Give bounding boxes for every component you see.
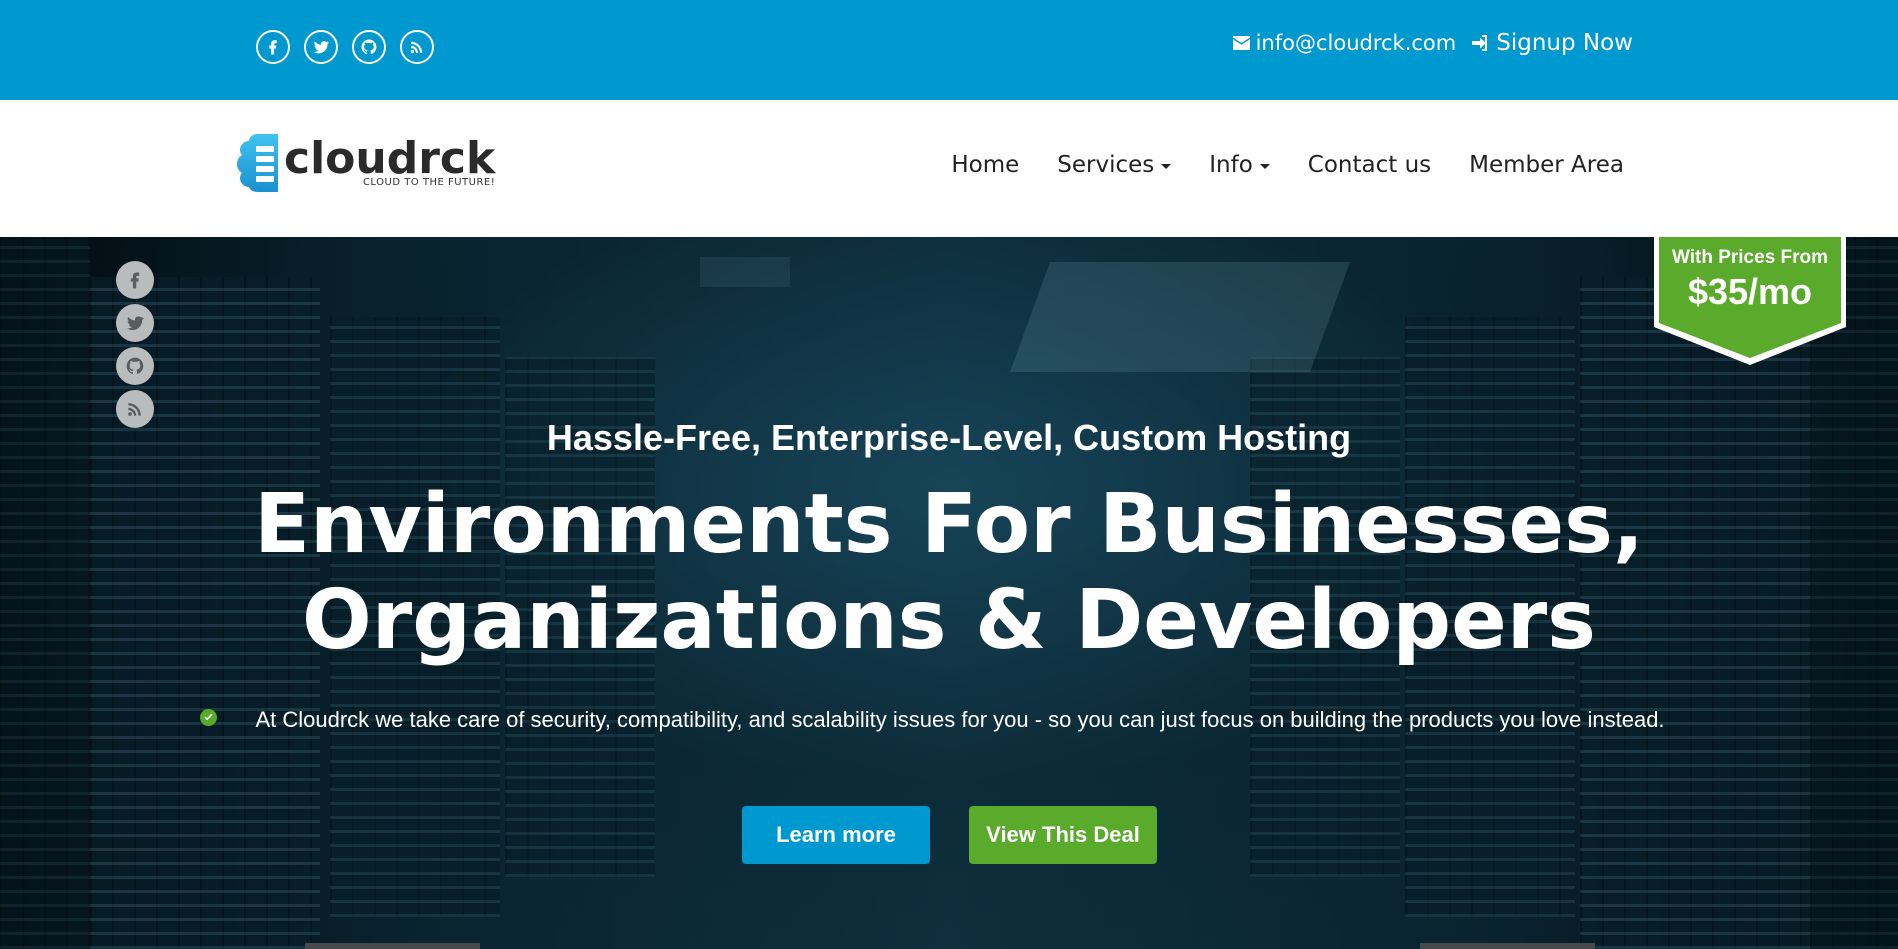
facebook-icon[interactable] (256, 30, 290, 64)
github-icon[interactable] (116, 347, 154, 385)
top-bar: info@cloudrck.com Signup Now (0, 0, 1898, 100)
brand-name: cloudrck (284, 132, 496, 184)
badge-label: With Prices From (1671, 247, 1829, 268)
nav-item-label: Contact us (1307, 152, 1432, 178)
email-link[interactable]: info@cloudrck.com (1232, 31, 1457, 55)
signup-link[interactable]: Signup Now (1470, 30, 1633, 56)
bottom-edge-strip (305, 943, 480, 949)
top-social-links (256, 30, 434, 64)
envelope-icon (1232, 36, 1250, 50)
bottom-edge-strip (1420, 943, 1595, 949)
nav-item-services[interactable]: Services (1057, 152, 1172, 178)
top-contact: info@cloudrck.com Signup Now (1232, 30, 1633, 56)
main-navbar: cloudrck CLOUD TO THE FUTURE! Home Servi… (0, 100, 1898, 237)
twitter-icon[interactable] (116, 304, 154, 342)
sign-in-icon (1472, 35, 1488, 51)
github-icon[interactable] (352, 30, 386, 64)
price-badge[interactable]: With Prices From $35/mo (1654, 237, 1846, 365)
rss-icon[interactable] (400, 30, 434, 64)
hero-section: With Prices From $35/mo Hassle-Free, Ent… (0, 237, 1898, 949)
nav-item-label: Services (1057, 152, 1155, 178)
email-text: info@cloudrck.com (1255, 31, 1457, 55)
headline-line-1: Environments For Businesses, (253, 477, 1645, 572)
hero-headline: Environments For Businesses, Organizatio… (0, 477, 1898, 669)
facebook-icon[interactable] (116, 261, 154, 299)
twitter-icon[interactable] (304, 30, 338, 64)
view-deal-button[interactable]: View This Deal (969, 806, 1157, 864)
nav-item-member-area[interactable]: Member Area (1469, 152, 1624, 178)
nav-item-label: Member Area (1469, 152, 1624, 178)
logo-text: cloudrck CLOUD TO THE FUTURE! (284, 132, 496, 188)
headline-line-2: Organizations & Developers (302, 573, 1596, 668)
caret-down-icon (1161, 164, 1172, 169)
hero-description: At Cloudrck we take care of security, co… (255, 707, 1665, 732)
caret-down-icon (1259, 164, 1270, 169)
side-social-links (116, 261, 154, 428)
nav-item-label: Home (951, 152, 1020, 178)
signup-text: Signup Now (1496, 30, 1633, 56)
nav-menu: Home Services Info Contact us Member Are… (951, 152, 1624, 178)
learn-more-button[interactable]: Learn more (742, 806, 930, 864)
nav-item-contact[interactable]: Contact us (1308, 152, 1431, 178)
nav-item-label: Info (1209, 152, 1253, 178)
hero-subheading: Hassle-Free, Enterprise-Level, Custom Ho… (546, 417, 1352, 458)
nav-item-home[interactable]: Home (951, 152, 1019, 178)
check-circle-icon (200, 709, 217, 726)
nav-item-info[interactable]: Info (1209, 152, 1270, 178)
cloud-logo-icon (237, 134, 278, 192)
badge-price: $35/mo (1687, 271, 1813, 312)
logo[interactable]: cloudrck CLOUD TO THE FUTURE! (236, 132, 495, 192)
